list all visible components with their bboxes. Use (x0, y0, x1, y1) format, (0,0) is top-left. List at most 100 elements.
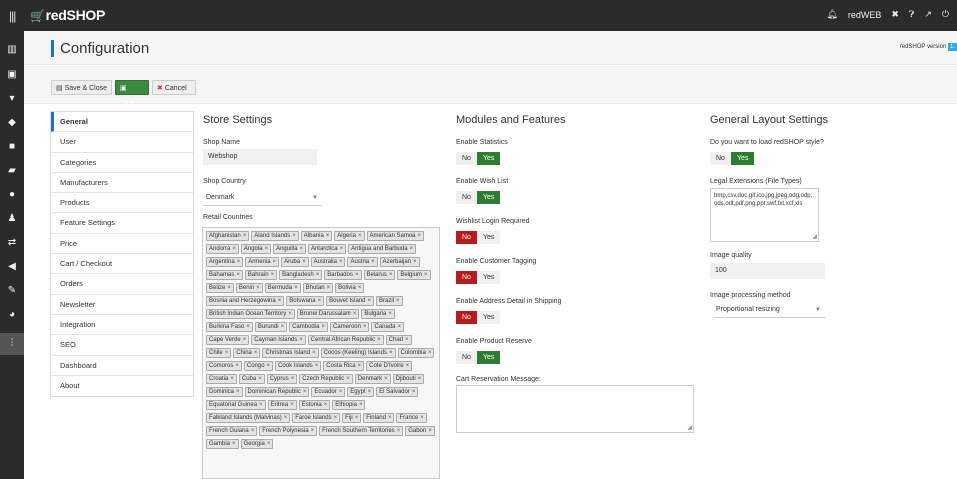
toggle-no[interactable]: No (456, 191, 477, 204)
remove-icon[interactable]: × (397, 428, 401, 434)
remove-icon[interactable]: × (363, 324, 367, 330)
tab-feature-settings[interactable]: Feature Settings (51, 213, 193, 234)
remove-icon[interactable]: × (340, 246, 344, 252)
help-icon[interactable]: ❓︎ (909, 9, 914, 20)
external-link-icon[interactable]: ↗ (924, 9, 932, 20)
remove-icon[interactable]: × (396, 298, 400, 304)
load-style-yes[interactable]: Yes (730, 152, 755, 165)
shop-name-input[interactable]: Webshop (203, 149, 317, 165)
remove-icon[interactable]: × (339, 259, 343, 265)
remove-icon[interactable]: × (398, 324, 402, 330)
save-button[interactable]: ▣ Save (115, 80, 149, 107)
module-toggle[interactable]: No Yes (456, 351, 501, 364)
remove-icon[interactable]: × (389, 350, 393, 356)
remove-icon[interactable]: × (418, 233, 422, 239)
remove-icon[interactable]: × (359, 402, 363, 408)
cart-menu-icon[interactable]: ▾ (6, 93, 18, 105)
remove-icon[interactable]: × (358, 285, 362, 291)
joomla-icon[interactable]: ✖ (891, 9, 899, 20)
remove-icon[interactable]: × (353, 311, 357, 317)
module-toggle[interactable]: No Yes (456, 191, 501, 204)
remove-icon[interactable]: × (227, 285, 231, 291)
remove-icon[interactable]: × (236, 389, 240, 395)
remove-icon[interactable]: × (303, 389, 307, 395)
toggle-yes[interactable]: Yes (476, 152, 501, 165)
module-toggle[interactable]: No Yes (456, 231, 501, 244)
tab-about[interactable]: About (51, 376, 193, 396)
remove-icon[interactable]: × (232, 246, 236, 252)
toggle-no[interactable]: No (456, 311, 477, 324)
remove-icon[interactable]: × (246, 324, 250, 330)
module-toggle[interactable]: No Yes (456, 152, 501, 165)
tab-price[interactable]: Price (51, 234, 193, 255)
module-toggle[interactable]: No Yes (456, 311, 501, 324)
remove-icon[interactable]: × (406, 363, 410, 369)
remove-icon[interactable]: × (388, 311, 392, 317)
remove-icon[interactable]: × (424, 272, 428, 278)
tab-manufacturers[interactable]: Manufacturers (51, 173, 193, 194)
remove-icon[interactable]: × (368, 389, 372, 395)
message-icon[interactable]: ■ (6, 141, 18, 153)
remove-icon[interactable]: × (299, 337, 303, 343)
remove-icon[interactable]: × (294, 285, 298, 291)
tag-icon[interactable]: ◆ (6, 117, 18, 129)
remove-icon[interactable]: × (243, 233, 247, 239)
remove-icon[interactable]: × (278, 298, 282, 304)
remove-icon[interactable]: × (410, 246, 414, 252)
image-quality-input[interactable]: 100 (710, 263, 825, 279)
toggle-yes[interactable]: Yes (476, 311, 501, 324)
user-icon[interactable]: ● (6, 189, 18, 201)
remove-icon[interactable]: × (388, 415, 392, 421)
remove-icon[interactable]: × (346, 376, 350, 382)
remove-icon[interactable]: × (281, 324, 285, 330)
remove-icon[interactable]: × (256, 285, 260, 291)
remove-icon[interactable]: × (377, 337, 381, 343)
remove-icon[interactable]: × (367, 298, 371, 304)
tab-orders[interactable]: Orders (51, 274, 193, 295)
exchange-icon[interactable]: ⇄ (6, 237, 18, 249)
tab-user[interactable]: User (51, 132, 193, 153)
tab-seo[interactable]: SEO (51, 335, 193, 356)
toggle-yes[interactable]: Yes (476, 351, 501, 364)
remove-icon[interactable]: × (236, 272, 240, 278)
remove-icon[interactable]: × (358, 363, 362, 369)
shop-country-select[interactable]: Denmark ▼ (203, 190, 322, 206)
remove-icon[interactable]: × (251, 428, 255, 434)
remove-icon[interactable]: × (315, 363, 319, 369)
remove-icon[interactable]: × (267, 363, 271, 369)
remove-icon[interactable]: × (389, 272, 393, 278)
remove-icon[interactable]: × (321, 324, 325, 330)
resize-grip-icon[interactable]: ◢ (812, 233, 817, 241)
legal-ext-textarea[interactable]: bmp,csv,doc,gif,ico,jpg,jpeg,odg,odp,ods… (710, 188, 819, 242)
toggle-yes[interactable]: Yes (476, 271, 501, 284)
remove-icon[interactable]: × (311, 428, 315, 434)
toggle-no[interactable]: No (456, 271, 477, 284)
remove-icon[interactable]: × (302, 259, 306, 265)
products-icon[interactable]: ▣ (6, 69, 18, 81)
module-toggle[interactable]: No Yes (456, 271, 501, 284)
remove-icon[interactable]: × (412, 389, 416, 395)
remove-icon[interactable]: × (384, 376, 388, 382)
remove-icon[interactable]: × (292, 233, 296, 239)
tab-products[interactable]: Products (51, 193, 193, 214)
remove-icon[interactable]: × (254, 350, 258, 356)
toggle-yes[interactable]: Yes (476, 191, 501, 204)
image-method-select[interactable]: Proportional resizing ▼ (713, 302, 825, 318)
remove-icon[interactable]: × (326, 233, 330, 239)
remove-icon[interactable]: × (339, 389, 343, 395)
toggle-no[interactable]: No (456, 152, 477, 165)
toggle-no[interactable]: No (456, 231, 477, 244)
share-icon[interactable]: ◀ (6, 261, 18, 273)
remove-icon[interactable]: × (284, 415, 288, 421)
remove-icon[interactable]: × (428, 350, 432, 356)
tab-categories[interactable]: Categories (51, 153, 193, 173)
remove-icon[interactable]: × (271, 272, 275, 278)
chart-pie-icon[interactable]: ◕ (6, 309, 18, 321)
tab-general[interactable]: General (51, 112, 193, 133)
remove-icon[interactable]: × (237, 259, 241, 265)
remove-icon[interactable]: × (405, 337, 409, 343)
remove-icon[interactable]: × (235, 363, 239, 369)
remove-icon[interactable]: × (259, 402, 263, 408)
remove-icon[interactable]: × (299, 246, 303, 252)
brand-logo[interactable]: 🛒redSHOP (30, 7, 105, 23)
